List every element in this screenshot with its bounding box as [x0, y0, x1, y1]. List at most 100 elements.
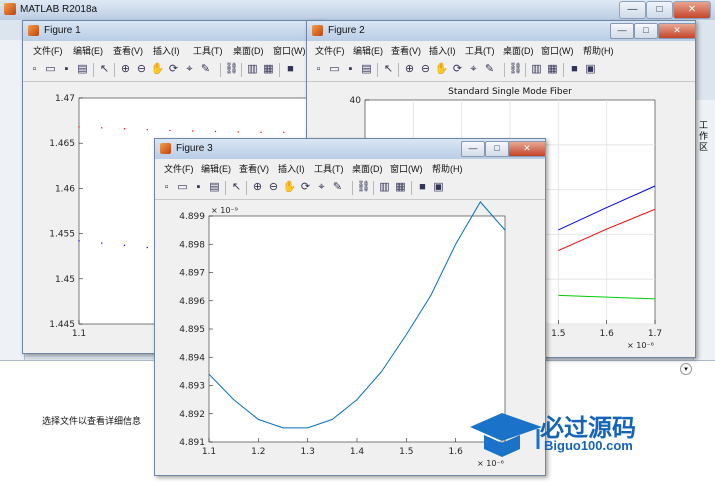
hide-tools-icon[interactable]: ■: [567, 62, 582, 77]
zoom-in-icon[interactable]: ⊕: [402, 62, 417, 77]
data-cursor-icon[interactable]: ⌖: [182, 62, 197, 77]
figure2-titlebar[interactable]: Figure 2 — □ ✕: [307, 21, 696, 41]
menu-edit[interactable]: 编辑(E): [201, 162, 231, 175]
link-icon[interactable]: ⛓: [508, 62, 523, 77]
menu-desktop[interactable]: 桌面(D): [233, 44, 264, 57]
data-point: [146, 246, 148, 249]
menu-file[interactable]: 文件(F): [315, 44, 345, 57]
print-icon[interactable]: ▤: [75, 62, 90, 77]
zoom-out-icon[interactable]: ⊖: [134, 62, 149, 77]
menu-desktop[interactable]: 桌面(D): [352, 162, 383, 175]
pointer-icon[interactable]: ↖: [229, 180, 244, 195]
brush-icon[interactable]: ✎: [198, 62, 213, 77]
main-titlebar: MATLAB R2018a — □ ✕: [0, 0, 715, 21]
legend-icon[interactable]: ▦: [261, 62, 276, 77]
open-icon[interactable]: ▭: [175, 180, 190, 195]
pointer-icon[interactable]: ↖: [381, 62, 396, 77]
figure2-minimize-button[interactable]: —: [610, 23, 634, 39]
brush-icon[interactable]: ✎: [330, 180, 345, 195]
colorbar-icon[interactable]: ▥: [377, 180, 392, 195]
hide-tools-icon[interactable]: ■: [283, 62, 298, 77]
y-tick-label: 4.894: [179, 353, 205, 363]
link-icon[interactable]: ⛓: [224, 62, 239, 77]
menu-view[interactable]: 查看(V): [239, 162, 269, 175]
workspace-panel: 工作区: [693, 100, 715, 360]
open-icon[interactable]: ▭: [43, 62, 58, 77]
show-tools-icon[interactable]: ▣: [431, 180, 446, 195]
menu-edit[interactable]: 编辑(E): [73, 44, 103, 57]
menu-edit[interactable]: 编辑(E): [353, 44, 383, 57]
zoom-out-icon[interactable]: ⊖: [418, 62, 433, 77]
figure2-menubar: 文件(F) 编辑(E) 查看(V) 插入(I) 工具(T) 桌面(D) 窗口(W…: [307, 42, 695, 59]
zoom-out-icon[interactable]: ⊖: [266, 180, 281, 195]
menu-insert[interactable]: 插入(I): [153, 44, 180, 57]
menu-file[interactable]: 文件(F): [33, 44, 63, 57]
figure2-close-button[interactable]: ✕: [658, 23, 696, 39]
chevron-down-icon[interactable]: ▾: [680, 363, 692, 375]
menu-tools[interactable]: 工具(T): [314, 162, 344, 175]
minimize-button[interactable]: —: [619, 1, 646, 19]
rotate-icon[interactable]: ⟳: [298, 180, 313, 195]
menu-view[interactable]: 查看(V): [391, 44, 421, 57]
print-icon[interactable]: ▤: [207, 180, 222, 195]
pan-icon[interactable]: ✋: [434, 62, 449, 77]
figure3-close-button[interactable]: ✕: [508, 141, 546, 157]
menu-desktop[interactable]: 桌面(D): [503, 44, 534, 57]
zoom-in-icon[interactable]: ⊕: [118, 62, 133, 77]
x-exponent-label: × 10⁻⁶: [627, 341, 654, 350]
workspace-label[interactable]: 工作区: [699, 120, 711, 153]
figure3-minimize-button[interactable]: —: [461, 141, 485, 157]
menu-help[interactable]: 帮助(H): [583, 44, 614, 57]
menu-tools[interactable]: 工具(T): [465, 44, 495, 57]
save-icon[interactable]: ▪: [191, 180, 206, 195]
close-button[interactable]: ✕: [673, 1, 711, 19]
data-point: [101, 242, 103, 244]
data-cursor-icon[interactable]: ⌖: [466, 62, 481, 77]
pointer-icon[interactable]: ↖: [97, 62, 112, 77]
data-point: [237, 131, 239, 133]
menu-help[interactable]: 帮助(H): [432, 162, 463, 175]
x-tick-label: 1.4: [350, 447, 365, 457]
x-tick-label: 1.1: [202, 447, 216, 457]
zoom-in-icon[interactable]: ⊕: [250, 180, 265, 195]
data-point: [283, 131, 285, 134]
menu-window[interactable]: 窗口(W): [390, 162, 423, 175]
figure1-titlebar[interactable]: Figure 1: [23, 21, 323, 41]
menu-window[interactable]: 窗口(W): [273, 44, 306, 57]
figure3-maximize-button[interactable]: □: [485, 141, 509, 157]
rotate-icon[interactable]: ⟳: [166, 62, 181, 77]
legend-icon[interactable]: ▦: [545, 62, 560, 77]
show-tools-icon[interactable]: ▣: [583, 62, 598, 77]
y-tick-label: 4.893: [179, 382, 205, 392]
menu-window[interactable]: 窗口(W): [541, 44, 574, 57]
pan-icon[interactable]: ✋: [282, 180, 297, 195]
brush-icon[interactable]: ✎: [482, 62, 497, 77]
open-icon[interactable]: ▭: [327, 62, 342, 77]
new-figure-icon[interactable]: ▫: [27, 62, 42, 77]
menu-file[interactable]: 文件(F): [164, 162, 194, 175]
maximize-button[interactable]: □: [646, 1, 673, 19]
legend-icon[interactable]: ▦: [393, 180, 408, 195]
save-icon[interactable]: ▪: [59, 62, 74, 77]
figure2-maximize-button[interactable]: □: [634, 23, 658, 39]
menu-view[interactable]: 查看(V): [113, 44, 143, 57]
new-figure-icon[interactable]: ▫: [311, 62, 326, 77]
new-figure-icon[interactable]: ▫: [159, 180, 174, 195]
x-tick-label: 1.2: [251, 447, 265, 457]
menu-insert[interactable]: 插入(I): [429, 44, 456, 57]
rotate-icon[interactable]: ⟳: [450, 62, 465, 77]
print-icon[interactable]: ▤: [359, 62, 374, 77]
hide-tools-icon[interactable]: ■: [415, 180, 430, 195]
colorbar-icon[interactable]: ▥: [245, 62, 260, 77]
x-tick-label: 1.7: [648, 329, 662, 339]
data-cursor-icon[interactable]: ⌖: [314, 180, 329, 195]
link-icon[interactable]: ⛓: [356, 180, 371, 195]
x-tick-label: 1.1: [72, 329, 86, 339]
pan-icon[interactable]: ✋: [150, 62, 165, 77]
save-icon[interactable]: ▪: [343, 62, 358, 77]
menu-tools[interactable]: 工具(T): [193, 44, 223, 57]
colorbar-icon[interactable]: ▥: [529, 62, 544, 77]
menu-insert[interactable]: 插入(I): [278, 162, 305, 175]
y-tick-label: 4.898: [179, 240, 205, 250]
figure3-titlebar[interactable]: Figure 3 — □ ✕: [155, 139, 546, 159]
